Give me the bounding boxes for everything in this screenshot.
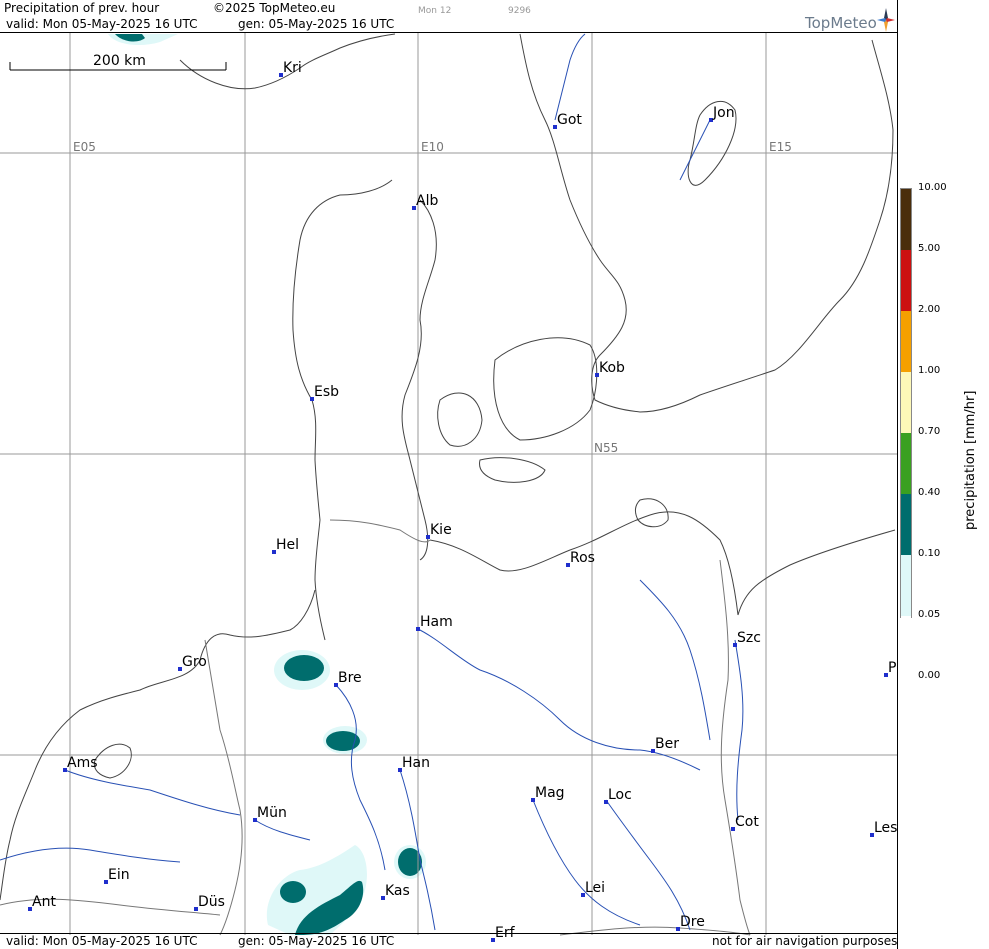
city-label: Szc <box>737 630 761 646</box>
grid-label-e05: E05 <box>73 140 96 154</box>
legend-colorbar <box>900 188 912 677</box>
header-code-2: 9296 <box>508 6 531 16</box>
footer-divider <box>0 933 897 934</box>
legend-level-label: 10.00 <box>918 182 947 193</box>
city-label: Mag <box>535 785 565 801</box>
precipitation-map: 200 km E05 E10 E15 N55 Kri Got Jon Alb Kob Es… <box>0 0 897 949</box>
legend-level-label: 0.00 <box>918 670 941 681</box>
city-label: Alb <box>416 193 438 209</box>
legend-level-label: 0.10 <box>918 548 941 559</box>
generated-time-top: gen: 05-May-2025 16 UTC <box>238 17 395 31</box>
map-right-border <box>897 0 898 949</box>
copyright-text: ©2025 TopMeteo.eu <box>213 1 336 15</box>
city-label: Ams <box>67 755 98 771</box>
grid-label-e15: E15 <box>769 140 792 154</box>
city-label: Lei <box>585 880 605 896</box>
legend-level-label: 0.40 <box>918 487 941 498</box>
city-label: Loc <box>608 787 632 803</box>
legend-level-label: 1.00 <box>918 365 941 376</box>
city-label: Hel <box>276 537 299 553</box>
grid-label-e10: E10 <box>421 140 444 154</box>
legend-level-label: 5.00 <box>918 243 941 254</box>
generated-time-bottom: gen: 05-May-2025 16 UTC <box>238 934 395 948</box>
legend-color-segment <box>901 189 911 250</box>
city-label: Ros <box>570 550 595 566</box>
topmeteo-logo: TopMeteo <box>805 8 895 34</box>
city-label: Les <box>874 820 897 836</box>
legend-color-segment <box>901 433 911 494</box>
legend-color-segment <box>901 311 911 372</box>
legend-color-segment <box>901 372 911 433</box>
city-label: Cot <box>735 814 759 830</box>
valid-time-top: valid: Mon 05-May-2025 16 UTC <box>6 17 198 31</box>
legend-color-segment <box>901 494 911 555</box>
legend-level-label: 0.05 <box>918 609 941 620</box>
city-label: Bre <box>338 670 362 686</box>
city-label: Kie <box>430 522 452 538</box>
legend-title: precipitation [mm/hr] <box>963 390 978 530</box>
city-label: Gro <box>182 654 207 670</box>
grid-label-n55: N55 <box>594 441 618 455</box>
city-label: Han <box>402 755 430 771</box>
city-label: Ant <box>32 894 56 910</box>
city-label: Jon <box>712 105 735 121</box>
city-label: Kas <box>385 883 410 899</box>
header-divider <box>0 32 897 33</box>
legend-color-segment <box>901 616 911 677</box>
legend-level-label: 0.70 <box>918 426 941 437</box>
valid-time-bottom: valid: Mon 05-May-2025 16 UTC <box>6 934 198 948</box>
logo-text: TopMeteo <box>805 14 877 32</box>
city-label: Mün <box>257 805 287 821</box>
city-label: P <box>888 660 896 676</box>
legend-level-label: 2.00 <box>918 304 941 315</box>
scale-bar-label: 200 km <box>93 53 146 69</box>
legend-color-segment <box>901 555 911 616</box>
city-label: Kri <box>283 60 302 76</box>
city-label: Got <box>557 112 582 128</box>
city-label: Düs <box>198 894 225 910</box>
map-title: Precipitation of prev. hour <box>4 1 160 15</box>
legend-color-segment <box>901 250 911 311</box>
city-label: Ber <box>655 736 679 752</box>
header-code-1: Mon 12 <box>418 6 452 16</box>
city-label: Ham <box>420 614 453 630</box>
city-label: Dre <box>680 914 705 930</box>
compass-star-icon <box>877 8 895 32</box>
city-label: Kob <box>599 360 625 376</box>
city-label: Esb <box>314 384 339 400</box>
city-label: Ein <box>108 867 130 883</box>
disclaimer-text: not for air navigation purposes <box>712 934 898 948</box>
